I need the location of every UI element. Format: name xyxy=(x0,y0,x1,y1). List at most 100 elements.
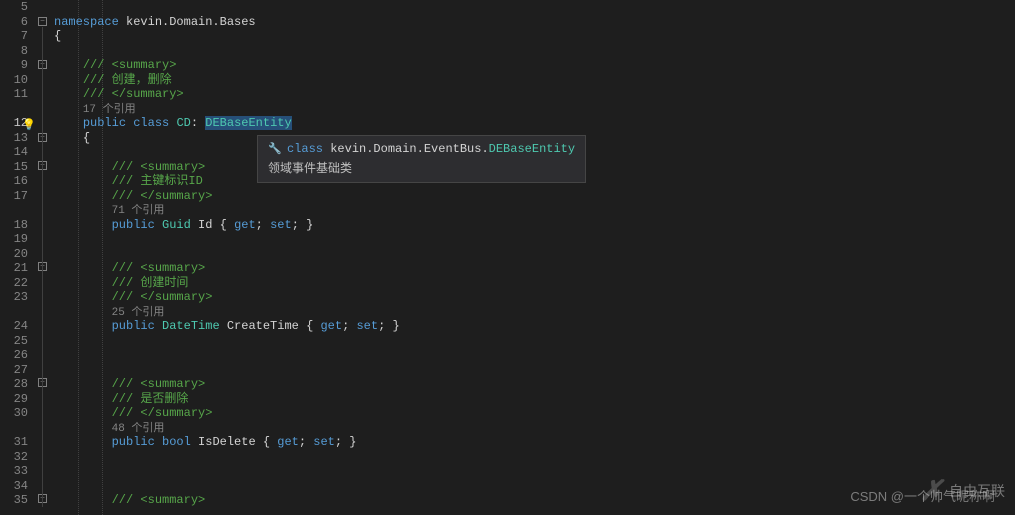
code-line[interactable]: public Guid Id { get; set; } xyxy=(54,218,1015,233)
line-number: 13 xyxy=(0,131,28,146)
line-number: 5 xyxy=(0,0,28,15)
keyword-get: get xyxy=(234,218,256,232)
line-number: 26 xyxy=(0,348,28,363)
xml-doc: /// <summary> xyxy=(112,160,206,174)
line-number: 16 xyxy=(0,174,28,189)
line-number: 34 xyxy=(0,479,28,494)
code-line[interactable] xyxy=(54,348,1015,363)
line-number: 28 xyxy=(0,377,28,392)
line-number: 31 xyxy=(0,435,28,450)
line-number xyxy=(0,102,28,117)
fold-toggle[interactable]: − xyxy=(38,17,47,26)
line-number: 18 xyxy=(0,218,28,233)
line-number: 20 xyxy=(0,247,28,262)
fold-guide xyxy=(42,27,43,507)
xml-doc: /// </summary> xyxy=(83,87,184,101)
reference-count[interactable]: 25 个引用 xyxy=(112,307,165,319)
property-name: Id xyxy=(198,218,212,232)
xml-doc: /// <summary> xyxy=(83,58,177,72)
type-name: DateTime xyxy=(162,319,220,333)
code-line[interactable]: public DateTime CreateTime { get; set; } xyxy=(54,319,1015,334)
code-editor[interactable]: 5 6 7 8 9 10 11 12 13 14 15 16 17 18 19 … xyxy=(0,0,1015,515)
xml-doc: /// 主键标识ID xyxy=(112,174,203,188)
code-line[interactable]: public bool IsDelete { get; set; } xyxy=(54,435,1015,450)
tooltip-description: 领域事件基础类 xyxy=(268,159,575,176)
codelens-line[interactable]: 17 个引用 xyxy=(54,102,1015,117)
tooltip-namespace: kevin.Domain.EventBus. xyxy=(330,142,488,156)
line-number: 23 xyxy=(0,290,28,305)
tooltip-type: DEBaseEntity xyxy=(489,142,575,156)
base-class-selected[interactable]: DEBaseEntity xyxy=(205,116,291,130)
code-line[interactable]: /// </summary> xyxy=(54,290,1015,305)
property-name: CreateTime xyxy=(227,319,299,333)
code-line[interactable]: /// <summary> xyxy=(54,261,1015,276)
class-name: CD xyxy=(176,116,190,130)
code-line[interactable]: namespace kevin.Domain.Bases xyxy=(54,15,1015,30)
code-line[interactable] xyxy=(54,232,1015,247)
xml-doc: /// </summary> xyxy=(112,290,213,304)
reference-count[interactable]: 71 个引用 xyxy=(112,205,165,217)
xml-doc: /// <summary> xyxy=(112,493,206,507)
xml-doc: /// </summary> xyxy=(112,189,213,203)
line-number: 24 xyxy=(0,319,28,334)
code-line[interactable]: /// 创建，删除 xyxy=(54,73,1015,88)
code-line[interactable]: /// 创建时间 xyxy=(54,276,1015,291)
line-number: 22 xyxy=(0,276,28,291)
class-icon: 🔧 xyxy=(268,142,282,156)
line-number: 9 xyxy=(0,58,28,73)
code-line[interactable] xyxy=(54,44,1015,59)
code-line[interactable] xyxy=(54,247,1015,262)
line-number: 21 xyxy=(0,261,28,276)
code-line[interactable] xyxy=(54,464,1015,479)
codelens-line[interactable]: 71 个引用 xyxy=(54,203,1015,218)
brace-open: { xyxy=(54,29,61,43)
code-line[interactable]: /// <summary> xyxy=(54,493,1015,508)
xml-doc: /// <summary> xyxy=(112,377,206,391)
line-number: 6 xyxy=(0,15,28,30)
namespace-name: kevin.Domain.Bases xyxy=(126,15,256,29)
line-number: 32 xyxy=(0,450,28,465)
code-area[interactable]: namespace kevin.Domain.Bases { /// <summ… xyxy=(54,0,1015,515)
code-line[interactable]: { xyxy=(54,29,1015,44)
reference-count[interactable]: 17 个引用 xyxy=(83,104,136,116)
type-name: Guid xyxy=(162,218,191,232)
code-line[interactable]: /// <summary> xyxy=(54,58,1015,73)
keyword-class: class xyxy=(133,116,169,130)
codelens-line[interactable]: 25 个引用 xyxy=(54,305,1015,320)
code-line[interactable]: /// </summary> xyxy=(54,87,1015,102)
keyword-set: set xyxy=(356,319,378,333)
code-line[interactable]: /// <summary> xyxy=(54,377,1015,392)
code-line[interactable] xyxy=(54,450,1015,465)
code-line[interactable] xyxy=(54,0,1015,15)
keyword-set: set xyxy=(270,218,292,232)
line-number: 11 xyxy=(0,87,28,102)
line-number-gutter: 5 6 7 8 9 10 11 12 13 14 15 16 17 18 19 … xyxy=(0,0,36,515)
line-number: 27 xyxy=(0,363,28,378)
keyword-get: get xyxy=(320,319,342,333)
hover-tooltip: 🔧 class kevin.Domain.EventBus.DEBaseEnti… xyxy=(257,135,586,183)
tooltip-class-keyword: class xyxy=(287,142,323,156)
xml-doc: /// </summary> xyxy=(112,406,213,420)
line-number xyxy=(0,305,28,320)
keyword-public: public xyxy=(112,435,155,449)
xml-doc: /// 是否删除 xyxy=(112,392,189,406)
code-line[interactable] xyxy=(54,334,1015,349)
line-number: 7 xyxy=(0,29,28,44)
reference-count[interactable]: 48 个引用 xyxy=(112,423,165,435)
line-number: 33 xyxy=(0,464,28,479)
keyword-namespace: namespace xyxy=(54,15,119,29)
code-line[interactable]: public class CD: DEBaseEntity xyxy=(54,116,1015,131)
property-name: IsDelete xyxy=(198,435,256,449)
lightbulb-icon[interactable]: 💡 xyxy=(22,118,36,132)
code-line[interactable]: /// </summary> xyxy=(54,189,1015,204)
code-line[interactable] xyxy=(54,479,1015,494)
line-number: 25 xyxy=(0,334,28,349)
keyword-set: set xyxy=(313,435,335,449)
codelens-line[interactable]: 48 个引用 xyxy=(54,421,1015,436)
code-line[interactable]: /// </summary> xyxy=(54,406,1015,421)
line-number xyxy=(0,203,28,218)
line-number: 10 xyxy=(0,73,28,88)
code-line[interactable] xyxy=(54,363,1015,378)
colon: : xyxy=(191,116,198,130)
code-line[interactable]: /// 是否删除 xyxy=(54,392,1015,407)
